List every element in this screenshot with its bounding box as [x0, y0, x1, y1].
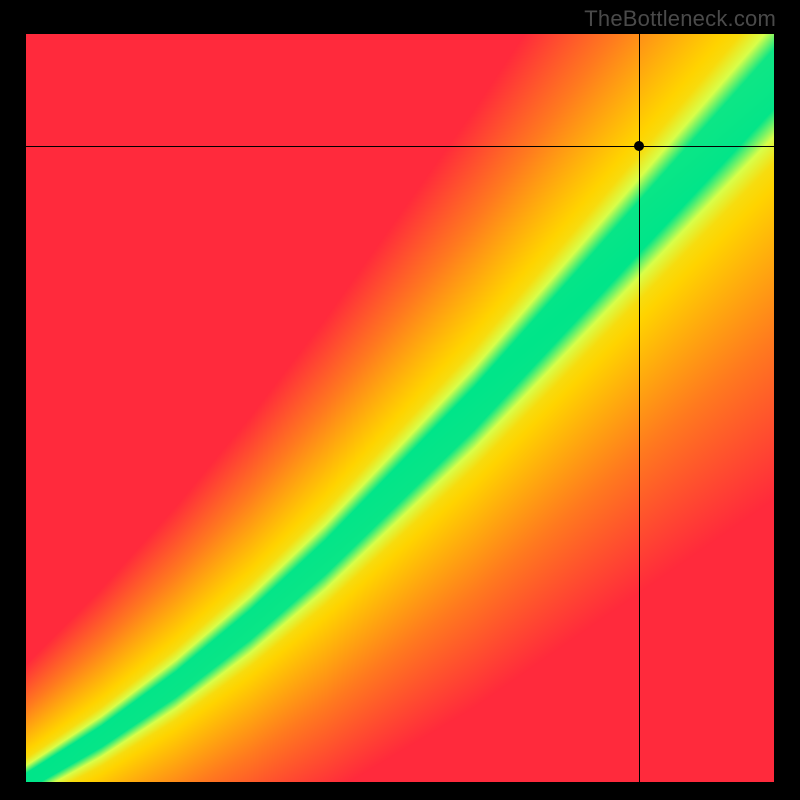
crosshair-horizontal	[26, 146, 774, 147]
plot-area	[26, 34, 774, 782]
selection-marker	[634, 141, 644, 151]
chart-frame: TheBottleneck.com	[0, 0, 800, 800]
watermark-text: TheBottleneck.com	[584, 6, 776, 32]
